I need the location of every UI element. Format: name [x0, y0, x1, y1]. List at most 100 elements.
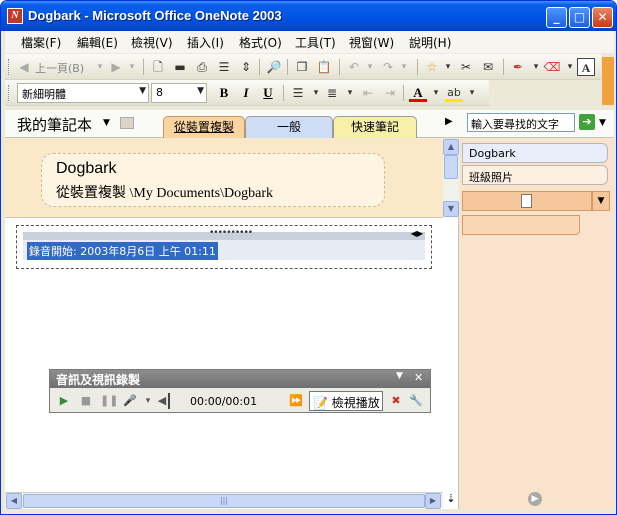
tab-copy-from-device[interactable]: 從裝置複製 — [163, 116, 245, 138]
stop-recording-icon[interactable]: ✖ — [388, 393, 404, 409]
fast-forward-icon[interactable]: ⏩ — [288, 393, 304, 409]
menu-help[interactable]: 說明(H) — [409, 34, 451, 51]
scroll-up-icon[interactable]: ▲ — [443, 139, 459, 155]
pause-icon[interactable]: ❚❚ — [100, 393, 118, 409]
tab-quick-notes[interactable]: 快速筆記 — [333, 116, 417, 138]
onenote-window: N Dogbark - Microsoft Office OneNote 200… — [0, 0, 617, 515]
title-bar[interactable]: N Dogbark - Microsoft Office OneNote 200… — [1, 1, 616, 31]
minimize-button[interactable]: _ — [546, 7, 567, 28]
numbering-dropdown-icon[interactable]: ▾ — [341, 84, 359, 102]
eraser-icon[interactable]: ⌫ — [543, 58, 561, 76]
pen-icon[interactable]: ✒ — [509, 58, 527, 76]
close-button[interactable]: ✕ — [592, 7, 613, 28]
note-container[interactable]: •••••••••• ◀▶ 錄音開始: 2003年8月6日 上午 01:11 — [16, 225, 432, 269]
notebook-dropdown-icon[interactable]: ▼ — [103, 118, 110, 128]
type-selection-tool-icon[interactable]: A — [577, 58, 595, 76]
onenote-app-icon[interactable]: N — [7, 8, 23, 24]
highlight-button[interactable]: ab — [445, 84, 463, 102]
font-color-button[interactable]: A — [409, 84, 427, 102]
audio-video-toolbar: 音訊及視訊錄製 ▼ ✕ ▶ ■ ❚❚ 🎤 ▾ ◀ 00:00/00:01 ⏩ 📝… — [49, 369, 431, 413]
menu-window[interactable]: 視窗(W) — [349, 34, 394, 51]
underline-button[interactable]: U — [259, 84, 277, 102]
decrease-indent-icon[interactable]: ⇤ — [359, 84, 377, 102]
folder-icon[interactable] — [120, 117, 134, 129]
page-area[interactable]: Dogbark 從裝置複製 \My Documents\Dogbark ▲ ▼ … — [5, 139, 459, 509]
scroll-down-icon[interactable]: ▼ — [443, 201, 459, 217]
resize-arrows-icon[interactable]: ◀▶ — [411, 229, 423, 238]
menu-file[interactable]: 檔案(F) — [21, 34, 61, 51]
search-go-icon[interactable]: ➔ — [579, 114, 595, 130]
av-toolbar-title[interactable]: 音訊及視訊錄製 ▼ ✕ — [50, 370, 430, 388]
page-vertical-scrollbar[interactable]: ▲ ▼ — [443, 139, 459, 217]
toolbar-overflow-strip[interactable] — [602, 57, 614, 105]
page-tab-class-photo[interactable]: 班級照片 — [462, 165, 608, 185]
font-name-select[interactable]: 新細明體 ▼ — [17, 83, 149, 103]
search-input[interactable]: 輸入要尋找的文字 — [467, 113, 575, 132]
menu-bar: 檔案(F) 編輯(E) 檢視(V) 插入(I) 格式(O) 工具(T) 視窗(W… — [5, 31, 614, 53]
record-audio-icon[interactable]: 🎤 — [122, 393, 138, 409]
copy-icon[interactable]: ❐ — [293, 58, 311, 76]
insert-space-corner-icon[interactable]: ⇣ — [444, 492, 458, 508]
see-playback-button[interactable]: 📝 檢視播放 — [309, 391, 383, 411]
stop-icon[interactable]: ■ — [78, 393, 94, 409]
notebook-title[interactable]: 我的筆記本 — [17, 114, 92, 135]
maximize-button[interactable]: □ — [569, 7, 590, 28]
h-scroll-thumb[interactable]: ||| — [23, 494, 425, 508]
back-icon[interactable]: ◀ — [15, 58, 33, 76]
new-page-dropdown-icon[interactable]: ▼ — [592, 191, 610, 211]
paste-icon[interactable]: 📋 — [315, 58, 333, 76]
search-dropdown-icon[interactable]: ▼ — [599, 118, 606, 128]
bold-button[interactable]: B — [215, 84, 233, 102]
rule-lines-icon[interactable]: ☰ — [215, 58, 233, 76]
menu-edit[interactable]: 編輯(E) — [77, 34, 118, 51]
page-tab-dogbark[interactable]: Dogbark — [462, 143, 608, 163]
font-size-select[interactable]: 8 ▼ — [151, 83, 207, 103]
menu-view[interactable]: 檢視(V) — [131, 34, 173, 51]
section-scroll-right-icon[interactable]: ▶ — [445, 116, 453, 127]
menu-insert[interactable]: 插入(I) — [187, 34, 224, 51]
increase-indent-icon[interactable]: ⇥ — [381, 84, 399, 102]
scroll-right-icon[interactable]: ▶ — [425, 493, 441, 509]
scroll-thumb[interactable] — [444, 155, 458, 179]
scroll-left-icon[interactable]: ◀ — [6, 493, 22, 509]
note-move-handle[interactable]: •••••••••• ◀▶ — [23, 228, 425, 240]
page-title-box[interactable]: Dogbark 從裝置複製 \My Documents\Dogbark — [41, 153, 385, 207]
back-button-label[interactable]: 上一頁(B) — [35, 60, 84, 76]
subpage-tab[interactable] — [462, 215, 580, 235]
audio-options-icon[interactable]: 🔧 — [408, 393, 424, 409]
page-horizontal-scrollbar[interactable]: ◀ ||| ▶ — [5, 492, 443, 509]
av-close-icon[interactable]: ✕ — [414, 371, 423, 384]
email-page-icon[interactable]: ✉ — [479, 58, 497, 76]
stationery-icon[interactable]: ▬ — [171, 58, 189, 76]
highlight-dropdown-icon[interactable]: ▾ — [463, 84, 481, 102]
numbering-icon[interactable]: ≣ — [323, 84, 341, 102]
undo-dropdown-icon[interactable]: ▾ — [361, 58, 379, 76]
toolbar-grip[interactable] — [8, 85, 11, 101]
see-playback-icon: 📝 — [313, 396, 328, 410]
page-tabs-panel: Dogbark 班級照片 ▼ ▶ — [460, 139, 614, 509]
recording-start-text[interactable]: 錄音開始: 2003年8月6日 上午 01:11 — [27, 242, 218, 260]
tab-general[interactable]: 一般 — [245, 116, 333, 138]
toolbar-grip[interactable] — [8, 59, 11, 75]
playback-position-slider[interactable] — [168, 393, 170, 409]
menu-format[interactable]: 格式(O) — [239, 34, 282, 51]
screen-clipping-icon[interactable]: ✂ — [457, 58, 475, 76]
redo-dropdown-icon[interactable]: ▾ — [395, 58, 413, 76]
new-page-button[interactable] — [462, 191, 592, 211]
font-color-dropdown-icon[interactable]: ▾ — [427, 84, 445, 102]
menu-tools[interactable]: 工具(T) — [295, 34, 336, 51]
page-divider — [5, 217, 443, 218]
new-page-icon[interactable]: 🗋 — [149, 58, 167, 76]
page-title[interactable]: Dogbark — [56, 160, 116, 178]
print-icon[interactable]: ⎙ — [193, 58, 211, 76]
page-list-nav-icon[interactable]: ▶ — [528, 492, 542, 506]
italic-button[interactable]: I — [237, 84, 255, 102]
research-icon[interactable]: 🔎 — [265, 58, 283, 76]
insert-space-icon[interactable]: ⇕ — [237, 58, 255, 76]
av-toolbar-title-text: 音訊及視訊錄製 — [56, 373, 141, 387]
note-flag-dropdown-icon[interactable]: ▾ — [439, 58, 457, 76]
forward-dropdown-icon[interactable]: ▾ — [123, 58, 141, 76]
bullets-icon[interactable]: ☰ — [289, 84, 307, 102]
av-options-icon[interactable]: ▼ — [396, 371, 403, 381]
play-icon[interactable]: ▶ — [56, 393, 72, 409]
